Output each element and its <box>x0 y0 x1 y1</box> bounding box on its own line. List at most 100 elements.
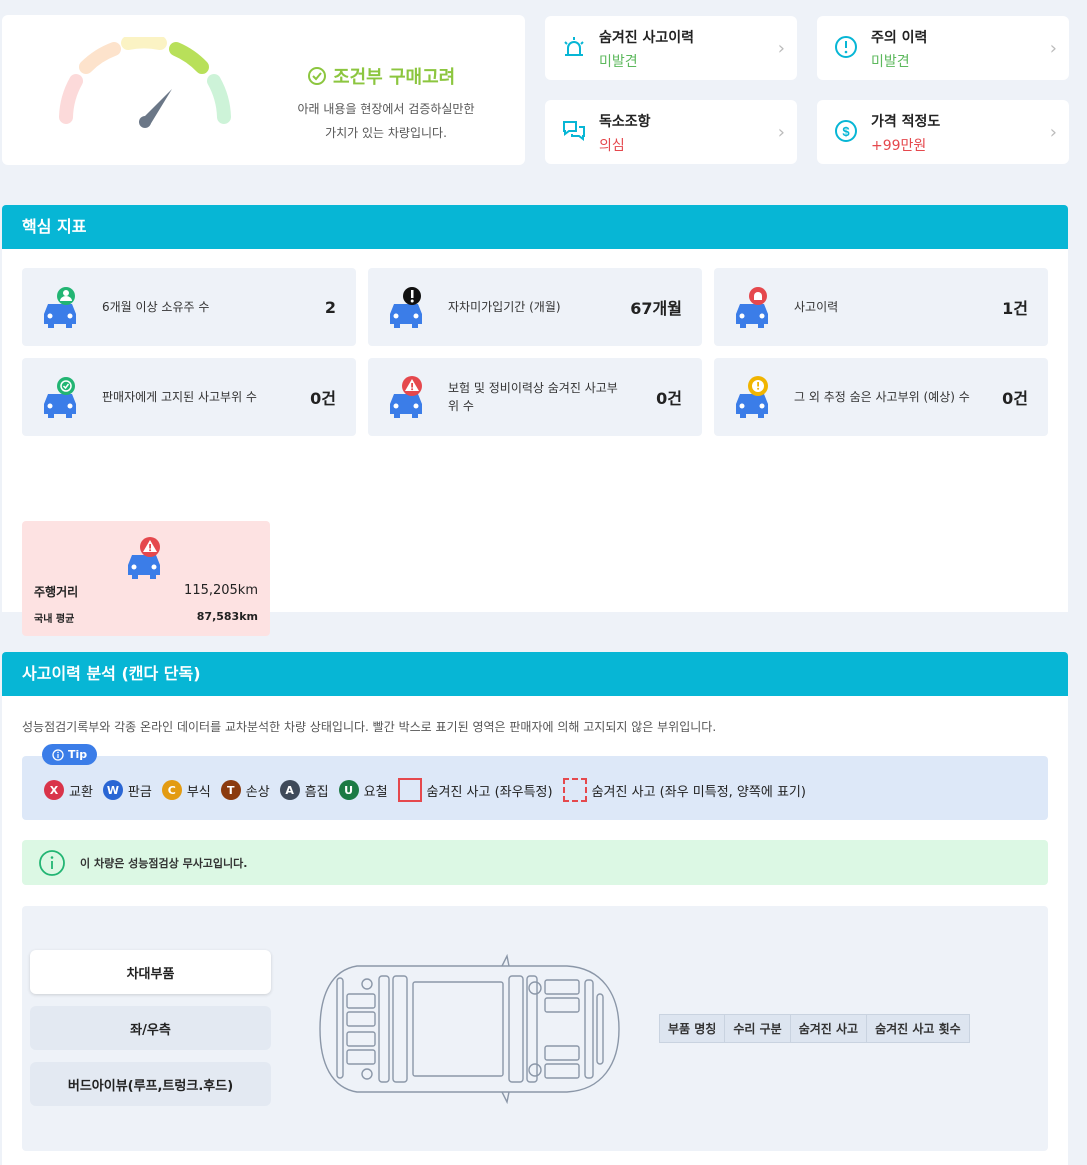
summary-value: 의심 <box>599 138 625 154</box>
tip-badge: Tip <box>42 744 98 765</box>
verdict-card: 조건부 구매고려 아래 내용을 현장에서 검증하실만한 가치가 있는 차량입니다… <box>2 15 525 165</box>
column-header: 부품 명칭 <box>658 1014 726 1043</box>
info-icon <box>52 748 64 761</box>
metric-disclosed-parts: 판매자에게 고지된 사고부위 수 0건 <box>22 358 356 436</box>
car-frame-diagram <box>319 954 620 1104</box>
summary-title: 주의 이력 <box>871 30 928 46</box>
metric-label: 그 외 추정 숨은 사고부위 (예상) 수 <box>794 390 970 404</box>
legend-badge: W <box>102 780 123 800</box>
legend-badge: U <box>338 780 359 800</box>
legend-badge: X <box>44 780 64 800</box>
svg-text:$: $ <box>842 124 850 139</box>
info-circle-icon <box>39 849 65 876</box>
summary-card-toxic-clause[interactable]: 독소조항 의심 › <box>545 100 797 164</box>
metric-value: 67개월 <box>630 299 682 318</box>
key-metrics-heading: 핵심 지표 <box>2 205 1068 249</box>
car-check-icon <box>44 377 76 418</box>
gauge-icon <box>59 37 231 128</box>
chat-bubbles-icon <box>563 121 585 141</box>
tip-label: Tip <box>68 748 88 761</box>
view-tab-chassis[interactable]: 차대부품 <box>30 950 271 994</box>
metric-label: 자차미가입기간 (개월) <box>448 300 561 314</box>
legend-box: Tip X 교환 W 판금 C 부식 T 손상 A 흠집 U 요철 숨겨진 사고 (좌우특정… <box>22 744 1048 820</box>
metric-value: 2 <box>324 297 336 317</box>
legend-badge: T <box>220 780 241 800</box>
parts-table: 부품 명칭 수리 구분 숨겨진 사고 숨겨진 사고 횟수 <box>658 1014 970 1043</box>
mileage-avg-value: 87,583km <box>196 610 258 623</box>
car-exclamation-icon <box>390 287 422 328</box>
verdict-description: 아래 내용을 현장에서 검증하실만한 가치가 있는 차량입니다. <box>272 97 500 145</box>
metric-hidden-parts: 보험 및 정비이력상 숨겨진 사고부위 수 0건 <box>368 358 702 436</box>
metric-value: 0건 <box>310 389 336 408</box>
metric-label: 6개월 이상 소유주 수 <box>102 300 210 314</box>
legend-item: U 요철 <box>338 780 388 800</box>
legend-item: T 손상 <box>220 780 270 800</box>
alert-circle-icon <box>835 36 857 58</box>
summary-card-hidden-accident[interactable]: 숨겨진 사고이력 미발견 › <box>545 16 797 80</box>
car-owner-icon <box>44 287 76 328</box>
legend-badge: A <box>279 780 300 800</box>
legend-label: 교환 <box>69 784 93 800</box>
legend-label: 요철 <box>363 784 388 800</box>
chevron-right-icon: › <box>1049 38 1057 59</box>
metric-label: 판매자에게 고지된 사고부위 수 <box>102 390 257 404</box>
legend-item: 숨겨진 사고 (좌우특정) <box>397 778 553 802</box>
summary-value: 미발견 <box>871 54 910 70</box>
legend-item: 숨겨진 사고 (좌우 미특정, 양쪽에 표기) <box>562 778 806 802</box>
car-warning-icon <box>390 376 422 418</box>
notice-text: 이 차량은 성능점검상 무사고입니다. <box>80 856 248 870</box>
chevron-right-icon: › <box>777 122 785 143</box>
chevron-right-icon: › <box>777 38 785 59</box>
summary-title: 가격 적정도 <box>871 114 941 130</box>
accident-analysis-heading: 사고이력 분석 (캔다 단독) <box>2 652 1068 696</box>
key-metrics-section: 6개월 이상 소유주 수 2 자차미가입기간 (개월) 67개월 사고이력 1건… <box>2 249 1068 636</box>
legend-label: 숨겨진 사고 (좌우 미특정, 양쪽에 표기) <box>591 784 806 800</box>
legend-label: 판금 <box>127 784 152 800</box>
legend-label: 손상 <box>245 784 270 800</box>
view-tab-birdseye[interactable]: 버드아이뷰(루프,트렁크.후드) <box>30 1062 271 1106</box>
check-circle-icon <box>308 67 326 85</box>
metric-accident-history: 사고이력 1건 <box>714 268 1048 346</box>
legend-label: 부식 <box>186 784 211 800</box>
legend-label: 숨겨진 사고 (좌우특정) <box>426 784 553 800</box>
metric-value: 0건 <box>1002 389 1028 408</box>
mileage-avg-label: 국내 평균 <box>34 614 75 625</box>
chevron-right-icon: › <box>1049 122 1057 143</box>
summary-value: 미발견 <box>599 54 638 70</box>
metric-value: 1건 <box>1002 299 1028 318</box>
summary-value: +99만원 <box>871 138 927 154</box>
verdict-desc-line: 가치가 있는 차량입니다. <box>325 126 447 140</box>
view-tab-sides[interactable]: 좌/우측 <box>30 1006 271 1050</box>
dollar-circle-icon: $ <box>835 120 857 142</box>
legend-item: X 교환 <box>44 780 93 800</box>
car-warning-icon <box>128 537 160 579</box>
legend-label: 흠집 <box>304 784 329 800</box>
accident-description: 성능점검기록부와 각종 온라인 데이터를 교차분석한 차량 상태입니다. 빨간 … <box>22 720 717 734</box>
column-header: 수리 구분 <box>724 1014 791 1043</box>
legend-items: X 교환 W 판금 C 부식 T 손상 A 흠집 U 요철 숨겨진 사고 (좌우특정) 숨겨… <box>44 778 806 802</box>
column-header: 숨겨진 사고 횟수 <box>866 1014 970 1043</box>
car-diagram-panel: 차대부품 좌/우측 버드아이뷰(루프,트렁크.후드) 부품 명칭 수리 구분 숨… <box>22 906 1048 1151</box>
car-siren-icon <box>736 287 768 328</box>
solid-box-icon <box>397 778 422 802</box>
metric-uninsured-period: 자차미가입기간 (개월) 67개월 <box>368 268 702 346</box>
verdict-title-text: 조건부 구매고려 <box>333 67 456 88</box>
mileage-value: 115,205km <box>184 583 258 598</box>
car-alert-icon <box>736 376 768 418</box>
mileage-label: 주행거리 <box>34 585 79 599</box>
summary-card-caution[interactable]: 주의 이력 미발견 › <box>817 16 1069 80</box>
no-accident-notice: 이 차량은 성능점검상 무사고입니다. <box>22 840 1048 885</box>
accident-analysis-section: 성능점검기록부와 각종 온라인 데이터를 교차분석한 차량 상태입니다. 빨간 … <box>2 696 1068 1165</box>
legend-item: C 부식 <box>161 780 211 800</box>
metric-label: 사고이력 <box>794 300 839 314</box>
metric-estimated-hidden-parts: 그 외 추정 숨은 사고부위 (예상) 수 0건 <box>714 358 1048 436</box>
mileage-card: 주행거리 115,205km 국내 평균 87,583km <box>22 521 270 636</box>
table-header-row: 부품 명칭 수리 구분 숨겨진 사고 숨겨진 사고 횟수 <box>658 1014 970 1043</box>
summary-title: 숨겨진 사고이력 <box>599 30 695 46</box>
summary-card-price[interactable]: $ 가격 적정도 +99만원 › <box>817 100 1069 164</box>
summary-title: 독소조항 <box>599 114 651 130</box>
metric-owners: 6개월 이상 소유주 수 2 <box>22 268 356 346</box>
siren-icon <box>564 37 584 56</box>
column-header: 숨겨진 사고 <box>789 1014 868 1043</box>
legend-badge: C <box>161 780 182 800</box>
